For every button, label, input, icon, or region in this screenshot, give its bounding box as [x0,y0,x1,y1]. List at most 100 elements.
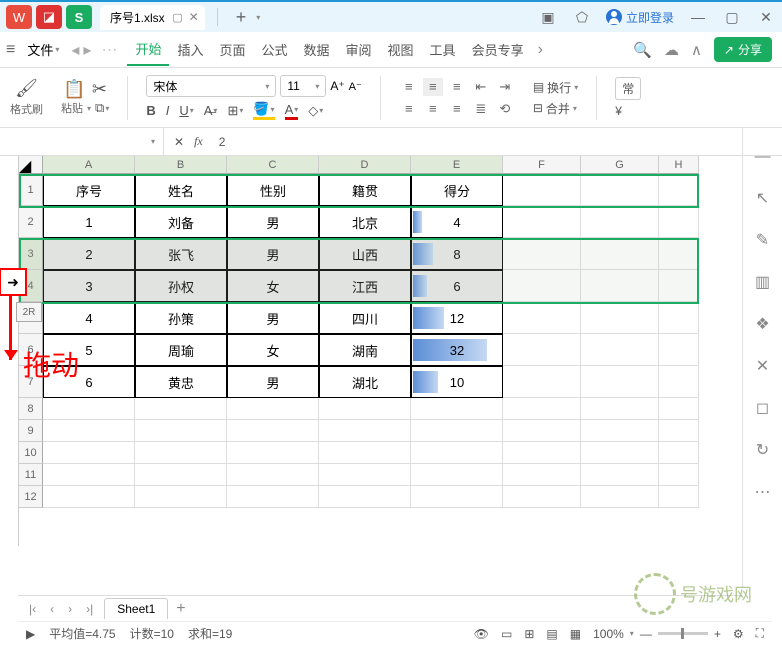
minimize-button[interactable]: — [688,7,708,27]
cell[interactable] [503,206,581,238]
cell[interactable] [581,420,659,442]
cell[interactable]: 4 [43,302,135,334]
align-top-icon[interactable]: ≡ [399,78,419,96]
brush-icon[interactable]: 🖌 [15,78,38,99]
cell[interactable] [581,206,659,238]
cell[interactable] [503,398,581,420]
cell[interactable] [503,174,581,206]
align-middle-icon[interactable]: ≡ [423,78,443,96]
cell[interactable]: 10 [411,366,503,398]
cell[interactable] [319,442,411,464]
cell[interactable] [503,464,581,486]
cell[interactable]: 序号 [43,174,135,206]
sheet-next-icon[interactable]: › [65,602,75,616]
paste-icon[interactable]: 📋 [63,79,85,100]
bold-button[interactable]: B [146,103,155,118]
col-header-B[interactable]: B [135,156,227,174]
maximize-button[interactable]: ▢ [722,7,742,27]
more-icon[interactable]: ⋯ [101,40,117,60]
fullscreen-icon[interactable]: ⛶ [756,626,764,641]
cell[interactable]: 4 [411,206,503,238]
cell[interactable] [503,334,581,366]
cell[interactable] [581,486,659,508]
col-header-A[interactable]: A [43,156,135,174]
view-reading-icon[interactable]: ▦ [570,627,581,641]
cell[interactable]: 孙权 [135,270,227,302]
cloud-icon[interactable]: ☁ [664,41,679,59]
cell[interactable]: 四川 [319,302,411,334]
row-header[interactable]: 10 [19,442,43,464]
col-header-C[interactable]: C [227,156,319,174]
style-icon[interactable]: ✎ [756,230,769,250]
cell[interactable] [227,486,319,508]
close-window-button[interactable]: ✕ [756,7,776,27]
copy-icon[interactable]: ⧉▾ [95,100,109,116]
cell[interactable]: 山西 [319,238,411,270]
align-right-icon[interactable]: ≡ [447,100,467,118]
cell[interactable] [135,420,227,442]
cell[interactable] [659,464,699,486]
refresh-icon[interactable]: ↻ [756,440,769,460]
border-button[interactable]: ⊞▾ [227,103,243,119]
cell[interactable]: 女 [227,334,319,366]
cell[interactable]: 男 [227,366,319,398]
row-header[interactable]: 3 [19,238,43,270]
cell[interactable] [659,334,699,366]
cell[interactable]: 女 [227,270,319,302]
cell[interactable] [659,174,699,206]
tab-insert[interactable]: 插入 [169,34,211,65]
cell[interactable]: 湖北 [319,366,411,398]
col-header-F[interactable]: F [503,156,581,174]
tab-tools[interactable]: 工具 [422,34,464,65]
indent-right-icon[interactable]: ⇥ [495,78,515,96]
view-page-icon[interactable]: ▤ [546,627,557,641]
formula-input[interactable]: 2 [213,135,226,149]
cube-icon[interactable]: ⬠ [572,7,592,27]
bookmark-icon[interactable]: ◻ [756,398,769,418]
zoom-control[interactable]: 100%▾ — + [593,627,721,641]
cell[interactable]: 32 [411,334,503,366]
cell[interactable] [43,486,135,508]
cell[interactable] [227,442,319,464]
font-family-select[interactable]: 宋体▾ [146,75,276,97]
cell[interactable] [227,420,319,442]
cell[interactable]: 8 [411,238,503,270]
transform-icon[interactable]: ✕ [756,356,769,376]
cell[interactable] [43,442,135,464]
cell[interactable] [227,398,319,420]
cell[interactable]: 男 [227,206,319,238]
cell[interactable] [43,464,135,486]
menu-icon[interactable]: ≡ [6,41,15,59]
cut-icon[interactable]: ✂ [92,79,107,100]
file-menu[interactable]: 文件▾ [19,36,67,63]
cell[interactable] [659,398,699,420]
underline-button[interactable]: U▾ [179,103,193,118]
cell[interactable]: 籍贯 [319,174,411,206]
new-tab-dropdown-icon[interactable]: ▾ [256,13,260,22]
cell[interactable] [659,486,699,508]
cell[interactable] [503,238,581,270]
next-icon[interactable]: ▸ [83,40,91,60]
cell[interactable]: 1 [43,206,135,238]
wrap-button[interactable]: ▤ 换行▾ [533,79,578,96]
window-mode-icon[interactable]: ▢ [172,11,182,24]
file-tab[interactable]: 序号1.xlsx ▢ ✕ [100,5,205,30]
new-tab-button[interactable]: + [230,7,253,28]
cell[interactable] [659,302,699,334]
cell[interactable] [319,464,411,486]
merge-button[interactable]: ⊟ 合并▾ [533,100,578,117]
cell[interactable] [135,464,227,486]
cell[interactable] [319,398,411,420]
tab-view[interactable]: 视图 [380,34,422,65]
close-tab-icon[interactable]: ✕ [189,10,199,24]
cell[interactable] [581,334,659,366]
zoom-in-icon[interactable]: + [714,627,721,641]
cell[interactable]: 黄忠 [135,366,227,398]
fx-icon[interactable]: fx [194,134,203,149]
zoom-out-icon[interactable]: — [640,627,652,641]
cursor-icon[interactable]: ↖ [756,188,769,208]
cell[interactable] [581,442,659,464]
spreadsheet-grid[interactable]: ◢ 123456789101112 ABCDEFGH 序号姓名性别籍贯得分1刘备… [18,156,782,546]
cell[interactable] [581,464,659,486]
eye-icon[interactable]: 👁 [474,627,489,641]
